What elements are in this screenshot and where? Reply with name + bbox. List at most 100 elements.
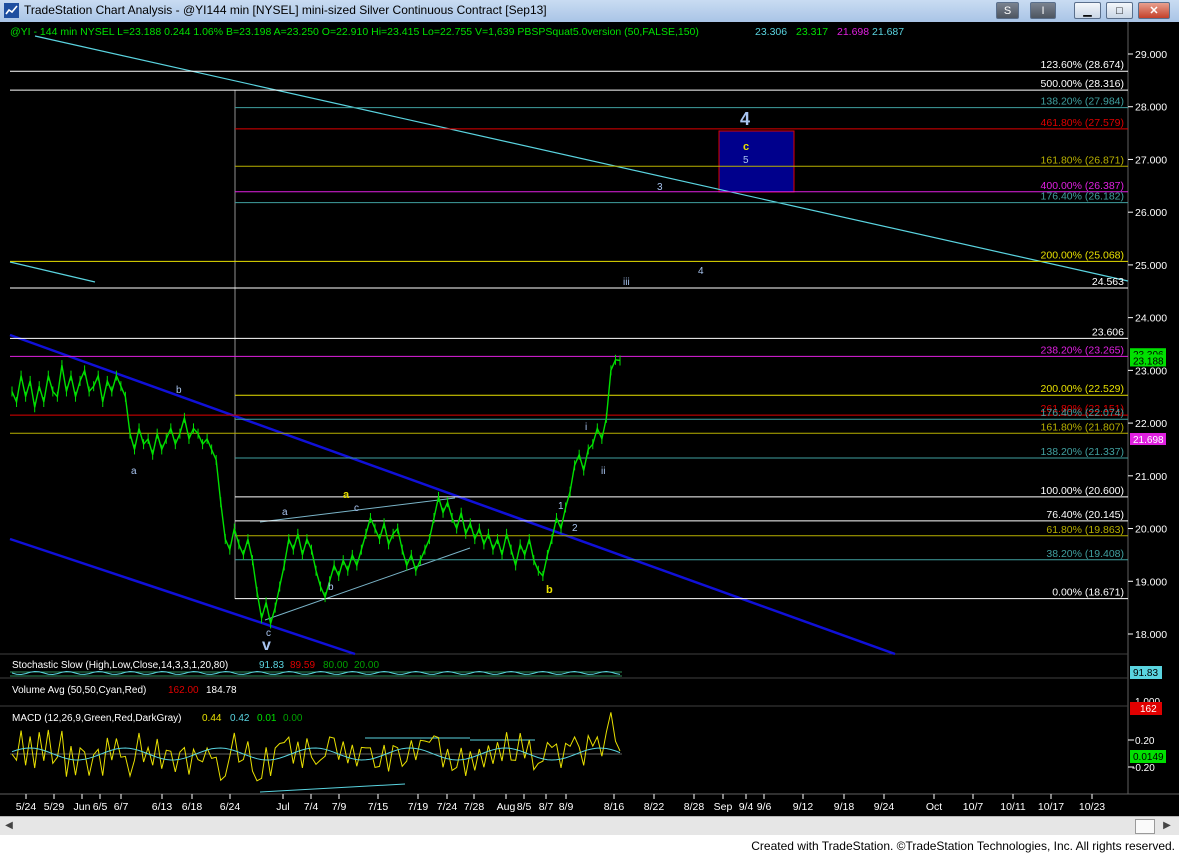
chart-area[interactable]: @YI - 144 min NYSEL L=23.188 0.244 1.06%… — [0, 22, 1179, 816]
footer-text: Created with TradeStation. ©TradeStation… — [751, 839, 1175, 853]
wave-label: b — [176, 385, 182, 396]
minimize-button[interactable]: ▁ — [1074, 2, 1101, 19]
wave-label: a — [131, 466, 137, 477]
wave-label: iii — [623, 277, 630, 288]
x-axis-label: 6/7 — [114, 801, 129, 813]
close-button[interactable]: ✕ — [1138, 2, 1170, 19]
maximize-button[interactable]: □ — [1106, 2, 1133, 19]
ind-value-3: 21.698 — [837, 26, 869, 38]
x-axis-label: 8/16 — [604, 801, 625, 813]
macd-axis-tick-3: -0.20 — [1132, 763, 1155, 774]
scroll-thumb[interactable] — [1135, 819, 1155, 834]
tradestation-app-icon — [4, 3, 19, 18]
fib-label: 461.80% (27.579) — [1041, 117, 1124, 129]
wedge-lower-line — [264, 547, 471, 621]
x-axis-label: 8/5 — [517, 801, 532, 813]
x-axis-label: 7/28 — [464, 801, 485, 813]
scroll-left-icon[interactable]: ◀ — [2, 819, 16, 833]
footer: Created with TradeStation. ©TradeStation… — [0, 835, 1179, 855]
wave-label: b — [546, 584, 553, 596]
stoch-value-2: 89.59 — [290, 660, 315, 671]
wave-label: b — [328, 582, 334, 593]
fib-label: 24.563 — [1092, 276, 1124, 288]
macd-value-4: 0.00 — [283, 713, 303, 724]
macd-value-1: 0.44 — [202, 713, 222, 724]
x-axis-label: 6/13 — [152, 801, 173, 813]
stoch-value-4: 20.00 — [354, 660, 379, 671]
macd-value-2: 0.42 — [230, 713, 250, 724]
fib-label: 0.00% (18.671) — [1052, 587, 1124, 599]
fib-label: 23.606 — [1092, 326, 1124, 338]
price-axis-label: 20.000 — [1135, 524, 1167, 536]
fib-label: 138.20% (27.984) — [1041, 96, 1124, 108]
fib-label: 176.40% (22.074) — [1041, 407, 1124, 419]
macd-axis-tick-1: 0.20 — [1135, 736, 1155, 747]
wave-label: 5 — [743, 155, 749, 166]
info-menu-button[interactable]: I — [1030, 2, 1056, 19]
stoch-value-3: 80.00 — [323, 660, 348, 671]
macd-label: MACD (12,26,9,Green,Red,DarkGray) — [12, 713, 182, 724]
x-axis-label: 9/24 — [874, 801, 895, 813]
fib-label: 123.60% (28.674) — [1041, 59, 1124, 71]
x-axis-label: Oct — [926, 801, 942, 813]
wave-label: a — [282, 507, 288, 518]
wave-label: 4 — [740, 109, 750, 129]
volume-axis-value: 162 — [1140, 704, 1157, 715]
fib-label: 38.20% (19.408) — [1046, 548, 1124, 560]
x-axis-label: 7/4 — [304, 801, 319, 813]
macd-value-3: 0.01 — [257, 713, 277, 724]
price-axis-label: 22.000 — [1135, 418, 1167, 430]
price-axis-label: 19.000 — [1135, 576, 1167, 588]
x-axis-label: 5/29 — [44, 801, 65, 813]
x-axis-label: 8/22 — [644, 801, 665, 813]
volume-value-1: 162.00 — [168, 685, 199, 696]
fib-label: 200.00% (22.529) — [1041, 383, 1124, 395]
horizontal-scrollbar[interactable]: ◀ ▶ — [0, 816, 1179, 835]
fib-label: 161.80% (26.871) — [1041, 154, 1124, 166]
fib-label: 176.40% (26.182) — [1041, 191, 1124, 203]
s-menu-button[interactable]: S — [996, 2, 1019, 19]
wave-label: c — [743, 141, 749, 153]
price-axis-label: 27.000 — [1135, 154, 1167, 166]
wave-label: 1 — [558, 501, 564, 512]
wave-label: a — [343, 489, 350, 501]
ind-value-1: 23.306 — [755, 26, 787, 38]
x-axis-label: 9/18 — [834, 801, 855, 813]
fib-label: 500.00% (28.316) — [1041, 78, 1124, 90]
wave-label: 2 — [572, 523, 578, 534]
x-axis-label: 7/9 — [332, 801, 347, 813]
x-axis-label: Jun — [74, 801, 91, 813]
price-axis-label: 26.000 — [1135, 207, 1167, 219]
fib-label: 138.20% (21.337) — [1041, 446, 1124, 458]
symbol-header: @YI - 144 min NYSEL L=23.188 0.244 1.06%… — [10, 26, 699, 38]
x-axis-label: 7/24 — [437, 801, 458, 813]
cyan-trendline-upper — [34, 35, 1129, 282]
price-axis-label: 29.000 — [1135, 49, 1167, 61]
x-axis-label: 8/28 — [684, 801, 705, 813]
wave-label: 4 — [698, 266, 704, 277]
wave-label: v — [262, 637, 271, 654]
x-axis-label: 10/7 — [963, 801, 984, 813]
price-chart[interactable]: @YI - 144 min NYSEL L=23.188 0.244 1.06%… — [0, 22, 1179, 816]
wave-label: ii — [601, 466, 605, 477]
price-axis-label: 21.000 — [1135, 471, 1167, 483]
wave-label: c — [354, 503, 359, 514]
x-axis-label: Sep — [714, 801, 733, 813]
channel-upper-line — [9, 333, 896, 656]
fib-label: 238.20% (23.265) — [1041, 344, 1124, 356]
x-axis-label: 8/9 — [559, 801, 574, 813]
scroll-right-icon[interactable]: ▶ — [1160, 819, 1174, 833]
price-flag-value: 23.188 — [1133, 356, 1164, 367]
x-axis-label: 6/24 — [220, 801, 241, 813]
volume-value-2: 184.78 — [206, 685, 237, 696]
stoch-value-1: 91.83 — [259, 660, 284, 671]
price-axis-label: 25.000 — [1135, 260, 1167, 272]
price-axis-label: 28.000 — [1135, 102, 1167, 114]
channel-lower-line — [9, 537, 356, 656]
x-axis-label: 7/19 — [408, 801, 429, 813]
stoch-axis-value: 91.83 — [1133, 668, 1158, 679]
price-axis-label: 18.000 — [1135, 629, 1167, 641]
fib-label: 200.00% (25.068) — [1041, 249, 1124, 261]
fib-label: 161.80% (21.807) — [1041, 421, 1124, 433]
wave-label: i — [585, 422, 587, 433]
